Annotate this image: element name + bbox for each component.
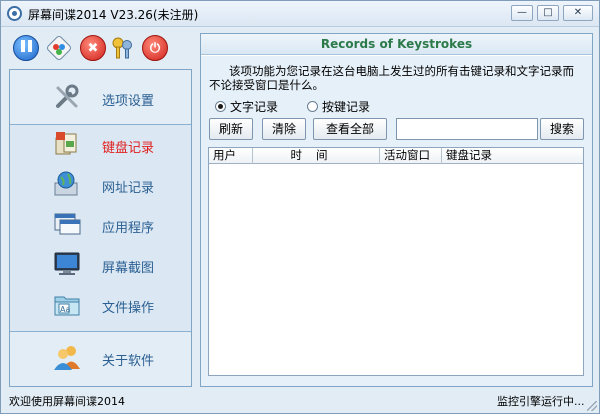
status-engine: 监控引擎运行中...: [497, 395, 585, 408]
radio-text-records[interactable]: 文字记录: [215, 98, 278, 115]
sidebar-item-about[interactable]: 关于软件: [10, 338, 191, 378]
radio-dot-icon: [215, 101, 226, 112]
sidebar-item-files[interactable]: Aa 文件操作: [10, 285, 191, 325]
radio-key-records[interactable]: 按键记录: [307, 98, 370, 115]
app-window: 屏幕间谍2014 V23.26(未注册) — □ ✕ ✖ ⏻ 选项设置 键盘记录…: [0, 0, 600, 414]
skin-icon: [47, 36, 71, 60]
sidebar-item-screenshots[interactable]: 屏幕截图: [10, 245, 191, 285]
skin-button[interactable]: [46, 35, 72, 61]
keyboard-icon: [55, 132, 77, 155]
sidebar-item-urls[interactable]: 网址记录: [10, 165, 191, 205]
close-circle-icon: ✖: [87, 40, 99, 56]
resize-grip-icon[interactable]: [587, 401, 597, 411]
keys-icon: [112, 37, 132, 59]
minimize-button[interactable]: —: [511, 5, 533, 21]
refresh-button[interactable]: 刷新: [209, 118, 253, 140]
wrench-icon: [56, 84, 79, 108]
close-button[interactable]: ✕: [563, 5, 593, 21]
sidebar: 选项设置 键盘记录 网址记录 应用程序 屏幕截图 Aa 文件操作 关于软件: [9, 69, 192, 387]
monitor-icon: [54, 252, 80, 275]
power-button[interactable]: ⏻: [142, 35, 168, 61]
pause-icon: [19, 40, 33, 56]
radio-label: 文字记录: [230, 100, 279, 114]
globe-icon: [54, 171, 78, 196]
sidebar-item-keyboard[interactable]: 键盘记录: [10, 125, 191, 165]
search-button[interactable]: 搜索: [540, 118, 584, 140]
window-title: 屏幕间谍2014 V23.26(未注册): [28, 8, 199, 22]
view-all-button[interactable]: 查看全部: [313, 118, 387, 140]
table-header: 用户 时间 活动窗口 键盘记录: [209, 148, 583, 164]
search-input[interactable]: [396, 118, 538, 140]
pause-button[interactable]: [13, 35, 39, 61]
sidebar-item-label: 选项设置: [102, 94, 155, 109]
stop-button[interactable]: ✖: [80, 35, 106, 61]
column-header-active-window[interactable]: 活动窗口: [380, 148, 442, 164]
sidebar-item-label: 关于软件: [102, 354, 155, 369]
sidebar-item-settings[interactable]: 选项设置: [10, 78, 191, 118]
radio-label: 按键记录: [322, 100, 371, 114]
users-icon: [54, 346, 80, 370]
nav-divider: [10, 331, 191, 332]
panel-title: Records of Keystrokes: [201, 34, 592, 55]
status-welcome: 欢迎使用屏幕间谍2014: [9, 395, 125, 408]
title-bar[interactable]: 屏幕间谍2014 V23.26(未注册) — □ ✕: [1, 1, 599, 27]
app-logo-icon: [7, 6, 22, 21]
panel-body: 该项功能为您记录在这台电脑上发生过的所有击键记录和文字记录而不论接受窗口是什么。…: [201, 56, 592, 386]
sidebar-item-label: 网址记录: [102, 181, 155, 196]
column-header-keystrokes[interactable]: 键盘记录: [442, 148, 583, 164]
column-header-user[interactable]: 用户: [209, 148, 253, 164]
radio-dot-icon: [307, 101, 318, 112]
panel-description: 该项功能为您记录在这台电脑上发生过的所有击键记录和文字记录而不论接受窗口是什么。: [209, 64, 574, 92]
keystrokes-panel: Records of Keystrokes 该项功能为您记录在这台电脑上发生过的…: [200, 33, 593, 387]
clear-button[interactable]: 清除: [262, 118, 306, 140]
sidebar-item-label: 屏幕截图: [102, 261, 155, 276]
power-icon: ⏻: [149, 40, 161, 56]
column-header-time[interactable]: 时间: [253, 148, 380, 164]
sidebar-item-label: 应用程序: [102, 221, 155, 236]
window-icon: [54, 213, 81, 235]
sidebar-item-applications[interactable]: 应用程序: [10, 205, 191, 245]
svg-text:Aa: Aa: [60, 305, 70, 314]
sidebar-item-label: 键盘记录: [102, 141, 155, 156]
folder-icon: Aa: [54, 296, 80, 316]
records-table[interactable]: 用户 时间 活动窗口 键盘记录: [208, 147, 584, 376]
keys-button[interactable]: [109, 35, 135, 61]
sidebar-item-label: 文件操作: [102, 301, 155, 316]
maximize-button[interactable]: □: [537, 5, 559, 21]
